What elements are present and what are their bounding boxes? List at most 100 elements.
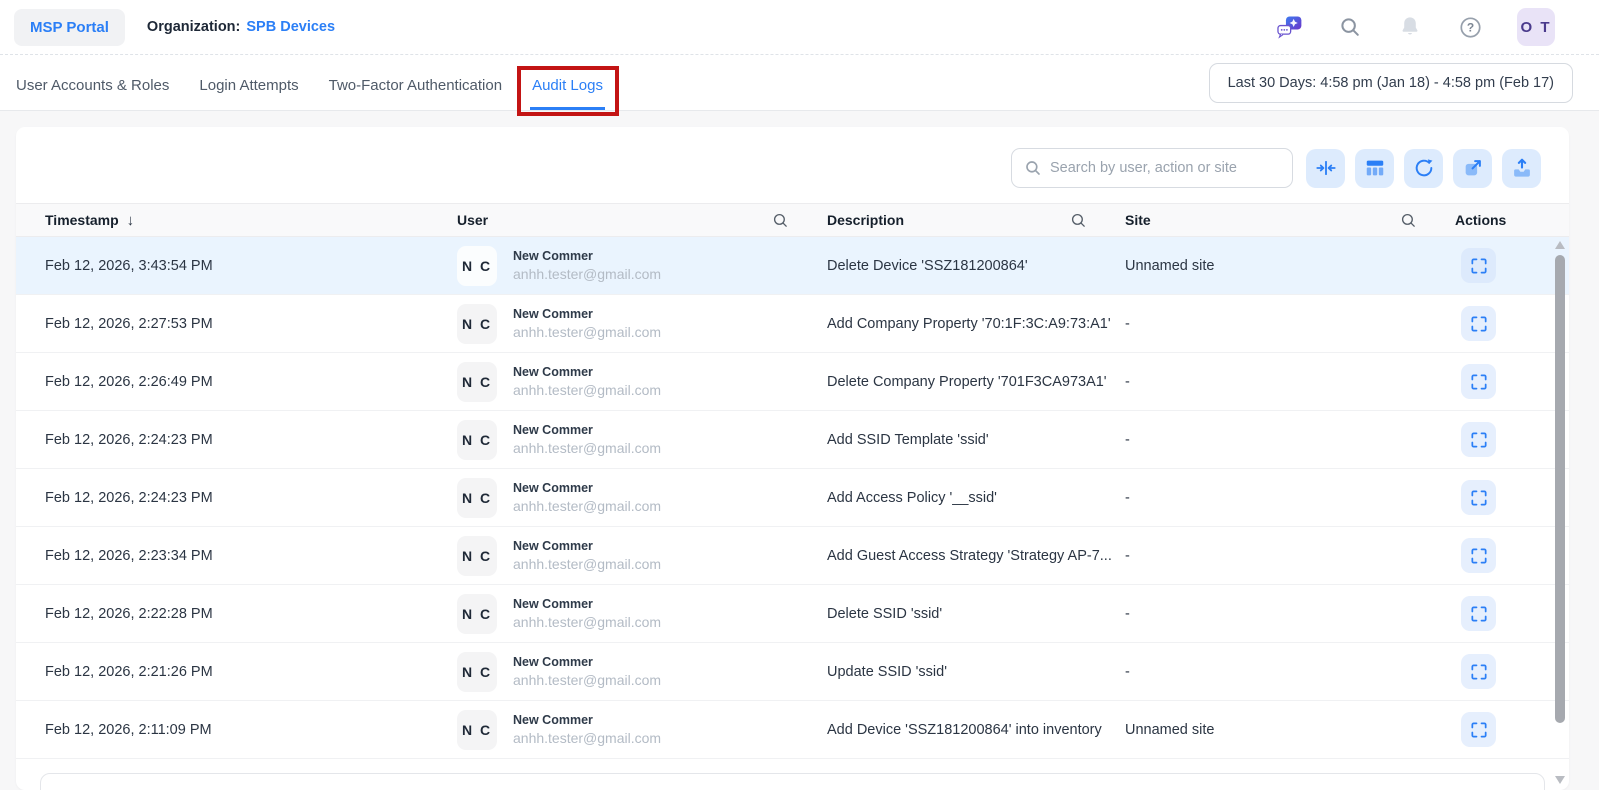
- scrollbar-thumb[interactable]: [1555, 255, 1565, 723]
- site-cell: -: [1125, 316, 1455, 332]
- table-row[interactable]: Feb 12, 2026, 2:21:26 PM N C New Commer …: [16, 643, 1569, 701]
- help-icon[interactable]: ?: [1457, 14, 1483, 40]
- user-info: New Commer anhh.tester@gmail.com: [513, 481, 661, 514]
- column-header-timestamp[interactable]: Timestamp ↓: [45, 212, 457, 229]
- user-cell: N C New Commer anhh.tester@gmail.com: [457, 419, 827, 460]
- expand-row-button[interactable]: [1461, 422, 1496, 457]
- user-name: New Commer: [513, 423, 593, 437]
- table-header: Timestamp ↓ User Description Site Action…: [16, 203, 1569, 237]
- column-search-icon[interactable]: [1070, 212, 1087, 229]
- fullscreen-icon: [1470, 721, 1487, 738]
- table-search[interactable]: [1011, 148, 1293, 188]
- msp-portal-button[interactable]: MSP Portal: [14, 8, 125, 46]
- search-icon[interactable]: [1337, 14, 1363, 40]
- timestamp-cell: Feb 12, 2026, 2:23:34 PM: [45, 548, 457, 564]
- user-email: anhh.tester@gmail.com: [513, 266, 662, 282]
- timestamp-cell: Feb 12, 2026, 2:21:26 PM: [45, 664, 457, 680]
- site-cell: -: [1125, 490, 1455, 506]
- user-email: anhh.tester@gmail.com: [513, 730, 662, 746]
- actions-cell: [1455, 364, 1569, 399]
- avatar-initials: N C: [461, 315, 493, 332]
- avatar-initials: N C: [461, 663, 493, 680]
- tab-audit-logs[interactable]: Audit Logs: [517, 59, 619, 116]
- search-input[interactable]: [1050, 160, 1280, 176]
- scroll-down-icon[interactable]: [1555, 776, 1565, 784]
- description-value: Add Company Property '70:1F:3C:A9:73:A1': [827, 315, 1111, 332]
- export-button[interactable]: [1502, 148, 1541, 188]
- column-header-user[interactable]: User: [457, 212, 827, 229]
- expand-row-button[interactable]: [1461, 306, 1496, 341]
- description-cell: Update SSID 'ssid': [827, 664, 1125, 680]
- tab-two-factor-authentication[interactable]: Two-Factor Authentication: [327, 59, 504, 110]
- organization: Organization: SPB Devices: [147, 19, 335, 35]
- table-scrollbar[interactable]: [1554, 239, 1566, 786]
- table-row[interactable]: Feb 12, 2026, 2:26:49 PM N C New Commer …: [16, 353, 1569, 411]
- collapse-columns-icon: [1315, 161, 1336, 175]
- column-settings-button[interactable]: [1355, 148, 1394, 188]
- avatar-initials: N C: [461, 721, 493, 738]
- collapse-columns-button[interactable]: [1306, 148, 1345, 188]
- description-cell: Delete SSID 'ssid': [827, 606, 1125, 622]
- timestamp-value: Feb 12, 2026, 2:21:26 PM: [45, 663, 213, 680]
- refresh-icon: [1415, 159, 1432, 177]
- tab-login-attempts[interactable]: Login Attempts: [197, 59, 300, 110]
- table-row[interactable]: Feb 12, 2026, 2:24:23 PM N C New Commer …: [16, 469, 1569, 527]
- site-value: -: [1125, 373, 1130, 390]
- pagination-bar-cutoff: [40, 773, 1545, 790]
- avatar-initials: N C: [461, 605, 493, 622]
- user-avatar: N C: [457, 593, 497, 634]
- table-row[interactable]: Feb 12, 2026, 2:11:09 PM N C New Commer …: [16, 701, 1569, 759]
- site-value: -: [1125, 489, 1130, 506]
- expand-row-button[interactable]: [1461, 364, 1496, 399]
- table-row[interactable]: Feb 12, 2026, 3:43:54 PM N C New Commer …: [16, 237, 1569, 295]
- timestamp-value: Feb 12, 2026, 2:23:34 PM: [45, 547, 213, 564]
- site-value: -: [1125, 663, 1130, 680]
- user-cell: N C New Commer anhh.tester@gmail.com: [457, 361, 827, 402]
- column-header-description[interactable]: Description: [827, 212, 1125, 229]
- notifications-bell-icon[interactable]: [1397, 14, 1423, 40]
- column-header-site[interactable]: Site: [1125, 212, 1455, 229]
- actions-cell: [1455, 654, 1569, 689]
- user-name: New Commer: [513, 655, 593, 669]
- column-search-icon[interactable]: [1400, 212, 1417, 229]
- description-cell: Add Company Property '70:1F:3C:A9:73:A1': [827, 316, 1125, 332]
- user-info: New Commer anhh.tester@gmail.com: [513, 713, 661, 746]
- avatar-initials: N C: [461, 257, 493, 274]
- fullscreen-icon: [1470, 663, 1487, 680]
- description-cell: Add Access Policy '__ssid': [827, 490, 1125, 506]
- user-menu-avatar[interactable]: O T: [1517, 8, 1555, 46]
- expand-row-button[interactable]: [1461, 654, 1496, 689]
- tab-bar: User Accounts & Roles Login Attempts Two…: [0, 55, 1599, 116]
- ai-assistant-icon[interactable]: [1277, 14, 1303, 40]
- table-row[interactable]: Feb 12, 2026, 2:27:53 PM N C New Commer …: [16, 295, 1569, 353]
- sort-descending-icon[interactable]: ↓: [127, 212, 135, 229]
- tab-user-accounts-roles[interactable]: User Accounts & Roles: [14, 59, 171, 110]
- user-info: New Commer anhh.tester@gmail.com: [513, 655, 661, 688]
- expand-row-button[interactable]: [1461, 480, 1496, 515]
- date-range-picker[interactable]: Last 30 Days: 4:58 pm (Jan 18) - 4:58 pm…: [1208, 62, 1573, 103]
- avatar-initials: N C: [461, 547, 493, 564]
- scroll-up-icon[interactable]: [1555, 241, 1565, 249]
- expand-row-button[interactable]: [1461, 596, 1496, 631]
- site-value: Unnamed site: [1125, 257, 1215, 274]
- refresh-button[interactable]: [1404, 148, 1443, 188]
- expand-row-button[interactable]: [1461, 538, 1496, 573]
- user-cell: N C New Commer anhh.tester@gmail.com: [457, 477, 827, 518]
- fullscreen-icon: [1470, 489, 1487, 506]
- column-search-icon[interactable]: [772, 212, 789, 229]
- actions-cell: [1455, 712, 1569, 747]
- open-fullscreen-button[interactable]: [1453, 148, 1492, 188]
- user-avatar: N C: [457, 535, 497, 576]
- user-avatar: N C: [457, 245, 497, 286]
- audit-logs-card: Timestamp ↓ User Description Site: [16, 127, 1569, 790]
- fullscreen-icon: [1470, 605, 1487, 622]
- expand-row-button[interactable]: [1461, 712, 1496, 747]
- user-avatar: N C: [457, 477, 497, 518]
- table-row[interactable]: Feb 12, 2026, 2:23:34 PM N C New Commer …: [16, 527, 1569, 585]
- user-info: New Commer anhh.tester@gmail.com: [513, 597, 661, 630]
- expand-row-button[interactable]: [1461, 248, 1496, 283]
- organization-link[interactable]: SPB Devices: [246, 19, 335, 35]
- fullscreen-icon: [1470, 547, 1487, 564]
- table-row[interactable]: Feb 12, 2026, 2:24:23 PM N C New Commer …: [16, 411, 1569, 469]
- table-row[interactable]: Feb 12, 2026, 2:22:28 PM N C New Commer …: [16, 585, 1569, 643]
